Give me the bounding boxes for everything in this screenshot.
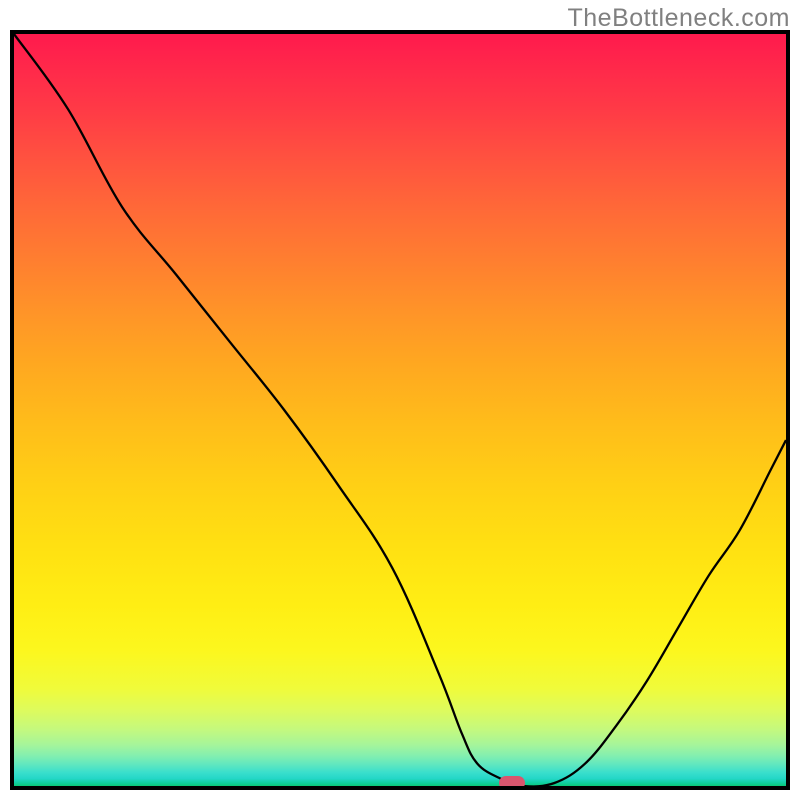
plot-area bbox=[10, 30, 790, 790]
optimum-marker bbox=[499, 776, 525, 790]
chart-container: TheBottleneck.com bbox=[0, 0, 800, 800]
bottleneck-curve bbox=[14, 34, 786, 786]
watermark-text: TheBottleneck.com bbox=[568, 4, 791, 33]
